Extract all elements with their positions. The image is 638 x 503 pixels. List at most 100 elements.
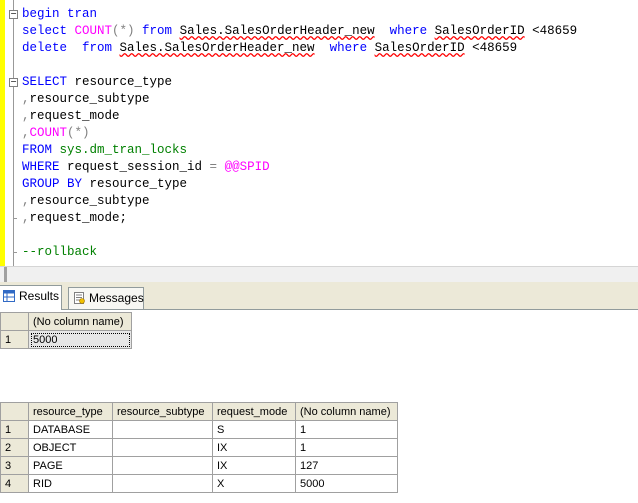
row-number[interactable]: 3 — [0, 456, 29, 475]
code-token: begin tran — [22, 7, 98, 21]
grid-cell[interactable]: 1 — [295, 420, 398, 439]
table-row[interactable]: 4 RID X 5000 — [0, 474, 398, 493]
collapse-icon[interactable]: − — [9, 78, 18, 87]
tab-messages-label: Messages — [89, 291, 144, 305]
code-token: SalesOrderID — [434, 24, 525, 38]
code-token: request_mode — [29, 109, 120, 123]
code-line: ,request_mode; — [0, 210, 127, 227]
grid-cell[interactable]: IX — [212, 438, 296, 457]
code-line: WHERE request_session_id = @@SPID — [0, 159, 270, 176]
code-token: COUNT — [74, 24, 113, 38]
code-token: FROM — [22, 143, 60, 157]
code-token: select — [22, 24, 75, 38]
code-line: delete from Sales.SalesOrderHeader_new w… — [0, 40, 517, 57]
code-token: sys.dm_tran_locks — [59, 143, 188, 157]
code-line: − begin tran — [0, 6, 97, 23]
code-token: resource_type — [89, 177, 188, 191]
code-token: <48659 — [464, 41, 518, 55]
code-line: select COUNT(*) from Sales.SalesOrderHea… — [0, 23, 577, 40]
result-grid-2[interactable]: resource_type resource_subtype request_m… — [0, 402, 398, 493]
row-number[interactable]: 4 — [0, 474, 29, 493]
code-token: (*) — [112, 24, 135, 38]
grid-corner[interactable] — [0, 312, 29, 331]
code-token: SELECT — [22, 75, 75, 89]
column-header[interactable]: resource_subtype — [112, 402, 213, 421]
code-token: --rollback — [22, 245, 98, 259]
code-token: , — [22, 194, 30, 208]
tab-results-label: Results — [19, 289, 60, 303]
tab-messages[interactable]: Messages — [68, 287, 144, 309]
column-header[interactable]: (No column name) — [28, 312, 132, 331]
code-token: delete from — [22, 41, 120, 55]
code-token: request_session_id — [67, 160, 210, 174]
code-token: resource_type — [74, 75, 173, 89]
tab-results[interactable]: Results — [0, 285, 62, 310]
code-token: from — [134, 24, 180, 38]
grid-cell[interactable]: OBJECT — [28, 438, 113, 457]
code-token: <48659 — [524, 24, 578, 38]
code-line: GROUP BY resource_type — [0, 176, 187, 193]
code-token: where — [374, 24, 435, 38]
grid-cell[interactable]: 127 — [295, 456, 398, 475]
code-token: request_mode; — [29, 211, 128, 225]
code-line: ,COUNT(*) — [0, 125, 90, 142]
code-token: resource_subtype — [29, 194, 150, 208]
table-row[interactable]: 1 5000 — [0, 330, 132, 349]
code-token: @@SPID — [217, 160, 270, 174]
grid-cell[interactable] — [112, 420, 213, 439]
grid-cell[interactable]: IX — [212, 456, 296, 475]
code-token: SalesOrderID — [374, 41, 465, 55]
fold-end-marker — [13, 252, 17, 253]
grid-cell[interactable]: X — [212, 474, 296, 493]
code-line: ,request_mode — [0, 108, 120, 125]
code-token: resource_subtype — [29, 92, 150, 106]
grid-cell[interactable]: DATABASE — [28, 420, 113, 439]
messages-icon — [74, 292, 85, 304]
grid-cell[interactable]: 5000 — [28, 330, 132, 349]
code-line: FROM sys.dm_tran_locks — [0, 142, 187, 159]
code-area[interactable]: − begin tran select COUNT(*) from Sales.… — [0, 6, 577, 261]
horizontal-scrollbar[interactable] — [0, 266, 638, 282]
table-row[interactable]: 1 DATABASE S 1 — [0, 420, 398, 439]
results-tab-bar: Results Messages — [0, 282, 638, 310]
code-token: GROUP BY — [22, 177, 90, 191]
scrollbar-grip[interactable] — [4, 267, 7, 282]
column-header[interactable]: request_mode — [212, 402, 296, 421]
code-token: WHERE — [22, 160, 68, 174]
code-token: = — [209, 160, 218, 174]
code-token: , — [22, 92, 30, 106]
grid-corner[interactable] — [0, 402, 29, 421]
result-grid-1[interactable]: (No column name) 1 5000 — [0, 312, 132, 349]
code-token: (*) — [67, 126, 90, 140]
grid-cell[interactable] — [112, 474, 213, 493]
row-number[interactable]: 1 — [0, 420, 29, 439]
code-token: , — [22, 211, 30, 225]
grid-cell[interactable]: PAGE — [28, 456, 113, 475]
code-line: --rollback — [0, 244, 97, 261]
code-token: , — [22, 109, 30, 123]
table-row[interactable]: 3 PAGE IX 127 — [0, 456, 398, 475]
grid-cell[interactable]: RID — [28, 474, 113, 493]
code-line: − SELECT resource_type — [0, 74, 172, 91]
fold-end-marker — [13, 218, 17, 219]
table-row[interactable]: 2 OBJECT IX 1 — [0, 438, 398, 457]
grid-cell[interactable]: 5000 — [295, 474, 398, 493]
code-line: ,resource_subtype — [0, 91, 150, 108]
code-token: Sales.SalesOrderHeader_new — [119, 41, 315, 55]
row-number[interactable]: 2 — [0, 438, 29, 457]
code-token: where — [314, 41, 375, 55]
code-token: COUNT — [29, 126, 68, 140]
code-token: Sales.SalesOrderHeader_new — [179, 24, 375, 38]
grid-cell[interactable] — [112, 438, 213, 457]
row-number[interactable]: 1 — [0, 330, 29, 349]
query-editor[interactable]: − begin tran select COUNT(*) from Sales.… — [0, 0, 638, 266]
collapse-icon[interactable]: − — [9, 10, 18, 19]
grid-cell[interactable] — [112, 456, 213, 475]
column-header[interactable]: resource_type — [28, 402, 113, 421]
column-header[interactable]: (No column name) — [295, 402, 398, 421]
code-line: ,resource_subtype — [0, 193, 150, 210]
grid-cell[interactable]: 1 — [295, 438, 398, 457]
grid-cell[interactable]: S — [212, 420, 296, 439]
